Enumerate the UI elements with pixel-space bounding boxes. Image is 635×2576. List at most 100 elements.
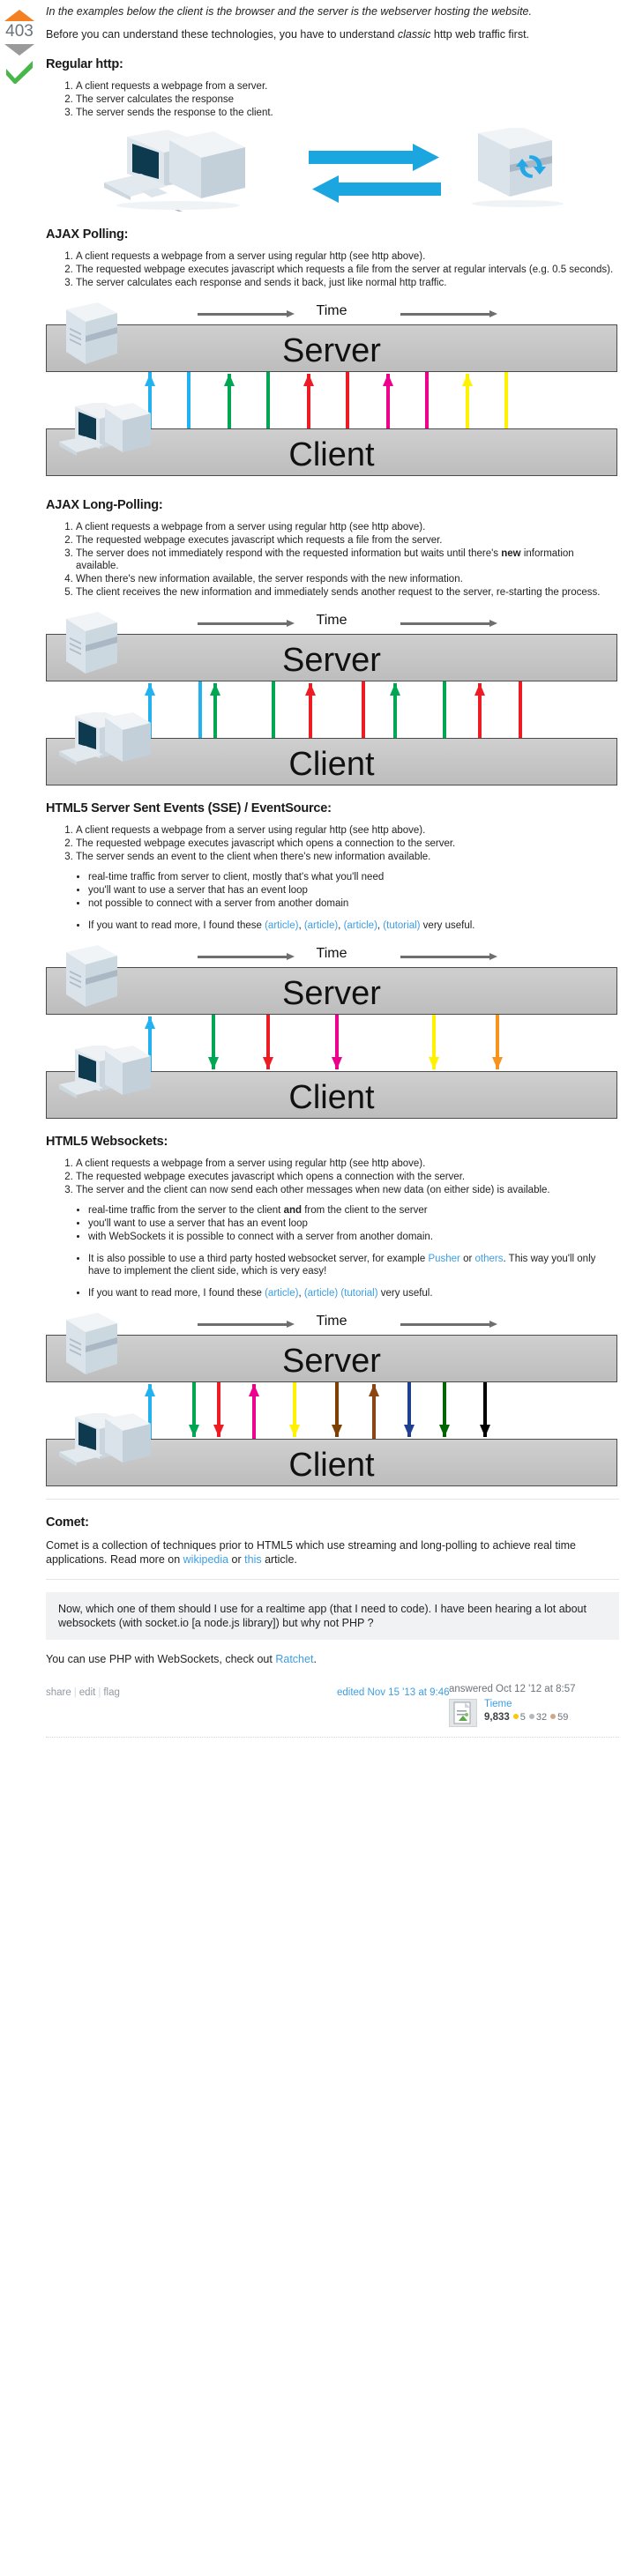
link-tutorial[interactable]: (tutorial) bbox=[383, 920, 420, 931]
list-item: If you want to read more, I found these … bbox=[88, 919, 619, 932]
time-arrow-icon bbox=[400, 310, 497, 318]
diagram-ajax-long-polling: Time Server Client bbox=[46, 611, 617, 785]
quoted-question: Now, which one of them should I use for … bbox=[46, 1592, 619, 1640]
list-sse: A client requests a webpage from a serve… bbox=[46, 824, 619, 863]
timeline-header: Time bbox=[46, 302, 617, 324]
intro-paragraph: Before you can understand these technolo… bbox=[46, 27, 619, 41]
list-item: A client requests a webpage from a serve… bbox=[76, 824, 619, 837]
client-label: Client bbox=[288, 746, 375, 783]
link-this-article[interactable]: this bbox=[244, 1553, 261, 1566]
comet-text-mid: or bbox=[228, 1553, 245, 1566]
user-avatar-icon[interactable] bbox=[449, 1699, 477, 1727]
message-arrow bbox=[213, 1382, 224, 1437]
time-arrow-icon bbox=[400, 1321, 497, 1329]
link-others[interactable]: others bbox=[475, 1254, 504, 1264]
message-arrow bbox=[474, 683, 485, 738]
list-item: A client requests a webpage from a serve… bbox=[76, 80, 619, 93]
server-label: Server bbox=[282, 1343, 381, 1380]
accepted-answer-checkmark-icon[interactable] bbox=[0, 59, 39, 84]
list-item: The requested webpage executes javascrip… bbox=[76, 534, 619, 547]
link-article-1[interactable]: (article) bbox=[265, 920, 298, 931]
diagram-regular-http bbox=[46, 128, 619, 212]
message-arrow bbox=[189, 1382, 199, 1437]
read-more-suffix: very useful. bbox=[420, 920, 475, 931]
server-band: Server bbox=[46, 302, 617, 372]
comet-text-before: Comet is a collection of techniques prio… bbox=[46, 1539, 576, 1566]
heading-regular-http: Regular http: bbox=[46, 57, 123, 71]
link-article-3[interactable]: (article) bbox=[344, 920, 377, 931]
list-ajax-long-polling: A client requests a webpage from a serve… bbox=[46, 521, 619, 599]
answer-body: In the examples below the client is the … bbox=[46, 4, 628, 1738]
upvote-icon[interactable] bbox=[4, 10, 34, 21]
diagram-ajax-polling: Time Server Client bbox=[46, 302, 617, 477]
client-label: Client bbox=[288, 1447, 375, 1484]
server-band: Server bbox=[46, 612, 617, 681]
vote-count: 403 bbox=[5, 22, 34, 41]
client-band: Client bbox=[46, 711, 617, 785]
share-link[interactable]: share bbox=[46, 1687, 71, 1698]
timeline-header: Time bbox=[46, 1312, 617, 1335]
timeline-header: Time bbox=[46, 611, 617, 634]
diagram-sse: Time Server Client bbox=[46, 944, 617, 1119]
third-party-mid: or bbox=[459, 1254, 475, 1264]
message-arrow bbox=[289, 1382, 300, 1437]
edit-link[interactable]: edit bbox=[79, 1687, 96, 1698]
vote-column: 403 bbox=[0, 4, 39, 84]
heading-ajax-long-polling: AJAX Long-Polling: bbox=[46, 498, 163, 512]
message-arrow bbox=[390, 683, 400, 738]
link-pusher[interactable]: Pusher bbox=[428, 1254, 459, 1264]
list-item: If you want to read more, I found these … bbox=[88, 1287, 619, 1299]
divider: | bbox=[73, 1687, 77, 1698]
post-meta: share | edit | flag edited Nov 15 '13 at 9:4… bbox=[46, 1684, 619, 1731]
time-label: Time bbox=[316, 303, 347, 318]
desktop-computer-icon bbox=[104, 130, 245, 212]
server-band: Server bbox=[46, 1313, 617, 1382]
silver-badge-count: 32 bbox=[535, 1712, 548, 1723]
user-card: Tieme 9,833 5 32 59 bbox=[449, 1699, 612, 1732]
edited-timestamp[interactable]: edited Nov 15 '13 at 9:46 bbox=[337, 1687, 450, 1698]
link-tutorial[interactable]: (tutorial) bbox=[340, 1288, 377, 1299]
time-label: Time bbox=[316, 1314, 347, 1329]
message-arrow bbox=[332, 1382, 342, 1437]
answer-text-after: . bbox=[313, 1653, 317, 1665]
message-arrow bbox=[210, 683, 220, 738]
divider bbox=[46, 1499, 619, 1500]
message-arrow bbox=[208, 1015, 219, 1069]
intro-text-before: Before you can understand these technolo… bbox=[46, 28, 398, 41]
message-arrow bbox=[369, 1384, 379, 1439]
list-item: with WebSockets it is possible to connec… bbox=[88, 1231, 619, 1243]
message-arrow bbox=[332, 1015, 342, 1069]
list-item: real-time traffic from server to client,… bbox=[88, 871, 619, 883]
comet-paragraph: Comet is a collection of techniques prio… bbox=[46, 1538, 619, 1567]
bullets-sse: real-time traffic from server to client,… bbox=[46, 871, 619, 910]
bronze-badge-count: 59 bbox=[557, 1712, 569, 1723]
read-more-websockets: If you want to read more, I found these … bbox=[46, 1287, 619, 1299]
list-item: you'll want to use a server that has an … bbox=[88, 884, 619, 897]
link-wikipedia[interactable]: wikipedia bbox=[183, 1553, 228, 1566]
answer-post: 403 In the examples below the client is … bbox=[0, 4, 635, 1738]
flag-link[interactable]: flag bbox=[103, 1687, 120, 1698]
link-article-2[interactable]: (article) bbox=[304, 1288, 338, 1299]
message-arrow bbox=[480, 1382, 490, 1437]
arrow-right-icon bbox=[309, 144, 439, 171]
silver-badge-icon bbox=[528, 1714, 534, 1720]
user-reputation: 9,833 5 32 59 bbox=[484, 1712, 568, 1723]
answerer-card: answered Oct 12 '12 at 8:57 Tieme 9,833 … bbox=[449, 1684, 612, 1732]
divider bbox=[46, 1737, 619, 1738]
user-name-link[interactable]: Tieme bbox=[484, 1699, 512, 1709]
link-article-2[interactable]: (article) bbox=[304, 920, 338, 931]
heading-comet: Comet: bbox=[46, 1515, 89, 1530]
link-ratchet[interactable]: Ratchet bbox=[275, 1653, 313, 1665]
comet-text-after: article. bbox=[261, 1553, 297, 1566]
diagram-websockets: Time Server Client bbox=[46, 1312, 617, 1486]
client-band: Client bbox=[46, 1044, 617, 1119]
list-item: The requested webpage executes javascrip… bbox=[76, 264, 619, 276]
link-article-1[interactable]: (article) bbox=[265, 1288, 298, 1299]
downvote-icon[interactable] bbox=[4, 44, 34, 56]
list-item: real-time traffic from the server to the… bbox=[88, 1204, 619, 1217]
post-action-links: share | edit | flag bbox=[46, 1687, 120, 1698]
list-ajax-polling: A client requests a webpage from a serve… bbox=[46, 250, 619, 289]
list-item: The server and the client can now send e… bbox=[76, 1184, 619, 1196]
list-item: The requested webpage executes javascrip… bbox=[76, 838, 619, 850]
list-regular-http: A client requests a webpage from a serve… bbox=[46, 80, 619, 119]
